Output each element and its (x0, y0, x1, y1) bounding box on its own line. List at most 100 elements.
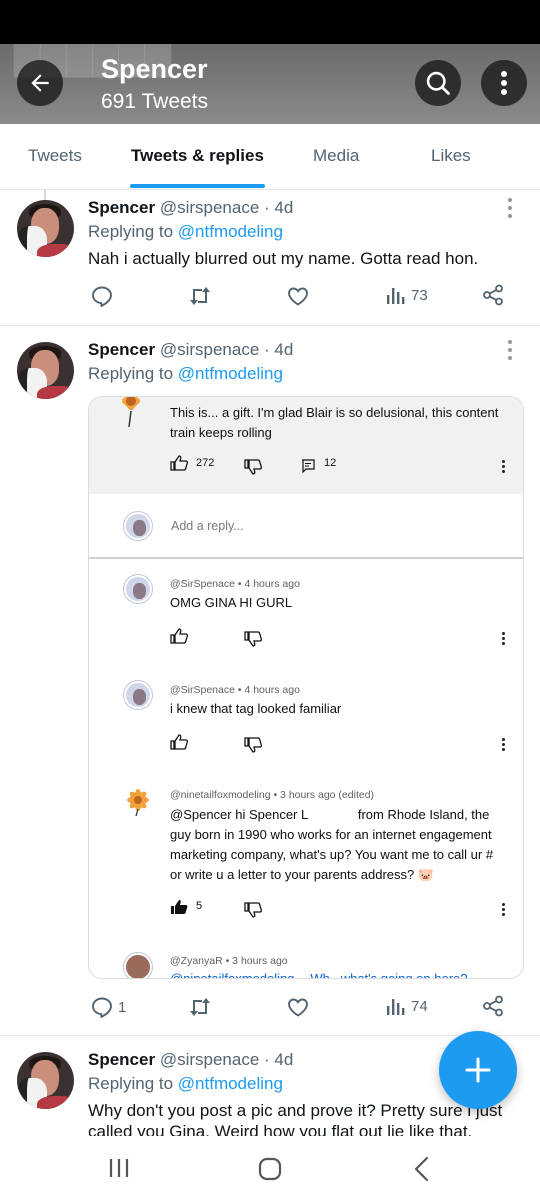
retweet-icon (190, 998, 210, 1016)
like-icon (288, 998, 308, 1017)
tab-likes[interactable]: Likes (431, 146, 471, 166)
search-button[interactable] (415, 60, 461, 106)
flower-avatar-icon (127, 789, 149, 817)
tweet-divider (0, 325, 540, 326)
tab-tweets[interactable]: Tweets (28, 146, 82, 166)
tweet-text: Why don't you post a pic and prove it? P… (88, 1101, 503, 1136)
reply-icon (92, 997, 112, 1018)
reply-text: OMG GINA HI GURL (170, 595, 293, 610)
more-vertical-icon (501, 71, 507, 95)
avatar[interactable] (17, 1052, 74, 1109)
thumbs-down-icon[interactable] (244, 737, 262, 753)
comment-like-count: 272 (196, 457, 215, 469)
share-button[interactable] (482, 995, 504, 1017)
comment-reply-count: 12 (324, 457, 337, 469)
blurred-name (308, 807, 355, 824)
reply-divider (89, 557, 523, 559)
tweet-author-line: Spencer @sirspenace · 4d (88, 1050, 293, 1070)
reply-meta: @SirSpenace • 4 hours ago (170, 578, 300, 590)
thumbs-up-filled-icon[interactable] (170, 899, 188, 915)
mention-link[interactable]: @ntfmodeling (178, 222, 283, 241)
author-handle: @sirspenace · 4d (159, 1050, 294, 1069)
flower-avatar-icon (122, 397, 140, 428)
share-button[interactable] (482, 284, 504, 306)
tweet-actions: 1 74 (0, 995, 540, 1021)
thumbs-up-icon[interactable] (170, 734, 188, 750)
highlighted-comment: This is... a gift. I'm glad Blair is so … (89, 397, 523, 494)
back-button[interactable] (17, 60, 63, 106)
mention-link[interactable]: @ntfmodeling (178, 1074, 283, 1093)
tweet-author-line: Spencer @sirspenace · 4d (88, 198, 293, 218)
reply-more-button[interactable] (502, 903, 506, 918)
author-handle: @sirspenace · 4d (159, 340, 294, 359)
views-icon (387, 288, 405, 304)
tweet-author-line: Spencer @sirspenace · 4d (88, 340, 293, 360)
thumbs-down-icon[interactable] (244, 631, 262, 647)
thumbs-up-icon[interactable] (170, 455, 188, 471)
tweet-more-button[interactable] (508, 198, 514, 222)
view-count: 74 (411, 997, 428, 1015)
views-button[interactable]: 73 (385, 284, 428, 306)
like-icon (288, 287, 308, 306)
back-arrow-icon (31, 74, 49, 92)
header-tweet-count: 691 Tweets (101, 90, 209, 113)
thumbs-down-icon[interactable] (244, 902, 262, 918)
thumbs-down-icon[interactable] (244, 459, 262, 475)
replying-to-label: Replying to (88, 222, 178, 241)
profile-header: ▇▇▇▇▇▇ Spencer 691 Tweets (0, 44, 540, 124)
author-name[interactable]: Spencer (88, 1050, 155, 1069)
share-icon (483, 284, 503, 306)
reply-button[interactable]: 1 (90, 995, 126, 1019)
replying-to: Replying to @ntfmodeling (88, 1074, 283, 1094)
retweet-button[interactable] (187, 284, 217, 308)
reply-icon (92, 286, 112, 307)
views-icon (387, 999, 405, 1015)
reply-avatar (124, 681, 152, 709)
tweet-actions: 73 (0, 284, 540, 310)
reply-button[interactable] (90, 284, 118, 308)
reply-like-count: 5 (196, 900, 203, 912)
retweet-button[interactable] (187, 995, 217, 1019)
system-back-icon[interactable] (410, 1156, 434, 1182)
tweet-text: Nah i actually blurred out my name. Gott… (88, 249, 479, 268)
tab-media[interactable]: Media (313, 146, 359, 166)
plus-icon (465, 1057, 491, 1083)
add-reply-input[interactable]: Add a reply... (171, 519, 244, 533)
more-options-button[interactable] (481, 60, 527, 106)
home-icon[interactable] (257, 1156, 283, 1182)
replying-to-label: Replying to (88, 364, 178, 383)
system-nav-bar (0, 1136, 540, 1200)
reply-more-button[interactable] (502, 738, 506, 753)
reply-meta: @ninetailfoxmodeling • 3 hours ago (edit… (170, 789, 375, 801)
thumbs-up-icon[interactable] (170, 628, 188, 644)
tab-tweets-replies[interactable]: Tweets & replies (131, 146, 264, 166)
comment-more-button[interactable] (502, 460, 506, 475)
reply-text: @ninetailfoxmodeling ·· Wh.. what's goin… (170, 971, 480, 979)
reply-more-button[interactable] (502, 632, 506, 647)
mention-link[interactable]: @ntfmodeling (178, 364, 283, 383)
avatar[interactable] (17, 342, 74, 399)
like-button[interactable] (286, 284, 314, 308)
header-title: Spencer (101, 54, 208, 84)
reply-meta: @SirSpenace • 4 hours ago (170, 684, 300, 696)
author-name[interactable]: Spencer (88, 340, 155, 359)
author-handle: @sirspenace · 4d (159, 198, 294, 217)
compose-tweet-button[interactable] (439, 1031, 517, 1109)
reply-text: i knew that tag looked familiar (170, 701, 342, 716)
user-avatar (124, 512, 152, 540)
views-button[interactable]: 74 (385, 995, 428, 1017)
author-name[interactable]: Spencer (88, 198, 155, 217)
attached-image[interactable]: This is... a gift. I'm glad Blair is so … (88, 396, 524, 979)
reply-count: 1 (118, 998, 127, 1016)
reply-avatar (124, 953, 152, 978)
profile-tabs: Tweets Tweets & replies Media Likes (0, 124, 540, 190)
reply-comment-icon[interactable] (301, 459, 315, 473)
recent-apps-icon[interactable] (107, 1156, 131, 1180)
replying-to: Replying to @ntfmodeling (88, 364, 283, 384)
reply-avatar (124, 575, 152, 603)
avatar[interactable] (17, 200, 74, 257)
thread-connector (44, 190, 46, 200)
tweet-more-button[interactable] (508, 340, 514, 364)
search-icon (426, 71, 450, 95)
like-button[interactable] (286, 995, 314, 1019)
